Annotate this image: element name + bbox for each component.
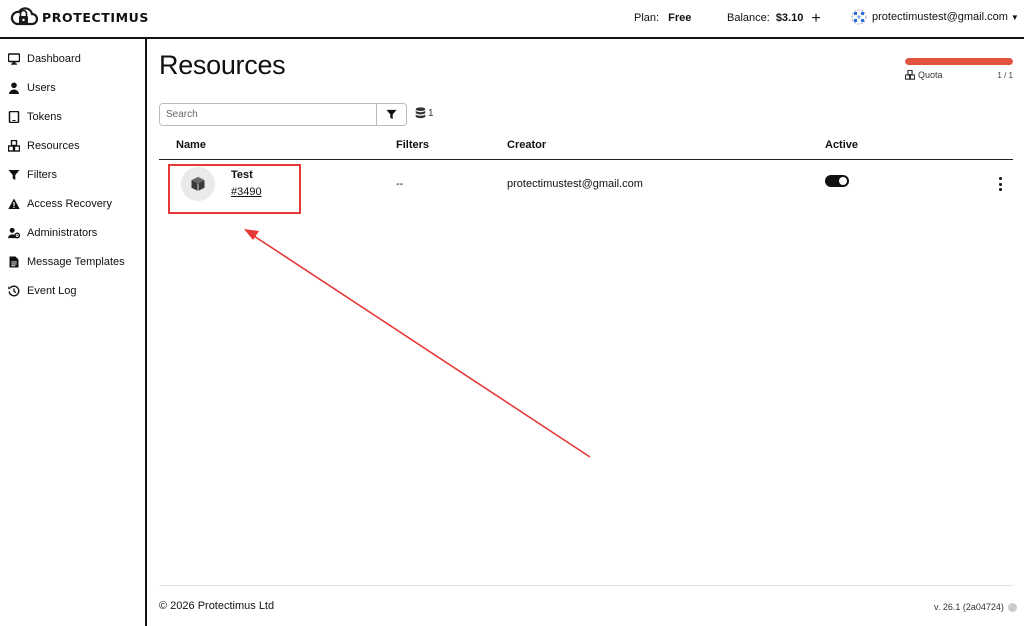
search-input[interactable] [160, 104, 376, 125]
monitor-icon [8, 53, 20, 65]
column-header-filters[interactable]: Filters [396, 139, 429, 151]
filter-button[interactable] [376, 104, 406, 125]
quota-label-group: Quota [905, 70, 943, 80]
column-header-name[interactable]: Name [176, 139, 206, 151]
database-icon [415, 107, 426, 119]
footer-divider [159, 585, 1013, 586]
sidebar-item-label: Event Log [27, 285, 77, 297]
resource-count-value: 1 [428, 107, 434, 119]
file-icon [8, 256, 20, 268]
plan-value: Free [668, 12, 692, 24]
toggle-knob [839, 177, 847, 185]
user-icon [8, 82, 20, 94]
table-header-divider [159, 159, 1013, 160]
sidebar-item-filters[interactable]: Filters [8, 165, 57, 185]
plan-label: Plan: [634, 12, 660, 24]
user-cog-icon [8, 227, 20, 239]
cloud-lock-icon [10, 7, 39, 26]
quota-progress-fill [905, 58, 1013, 65]
balance-indicator: Balance: $3.10 + [727, 10, 821, 26]
search-box [159, 103, 407, 126]
plan-indicator: Plan: Free [634, 12, 691, 24]
quota-count: 1 / 1 [997, 70, 1013, 80]
sidebar-item-label: Resources [27, 140, 80, 152]
column-header-active[interactable]: Active [825, 139, 858, 151]
sidebar-item-resources[interactable]: Resources [8, 136, 80, 156]
resource-creator: protectimustest@gmail.com [507, 178, 643, 190]
balance-label: Balance: [727, 12, 770, 24]
version-text: v. 26.1 (2a04724) [934, 602, 1004, 612]
sidebar-item-access-recovery[interactable]: Access Recovery [8, 194, 112, 214]
add-balance-icon[interactable]: + [811, 10, 820, 26]
sidebar-item-label: Access Recovery [27, 198, 112, 210]
sidebar-item-label: Dashboard [27, 53, 81, 65]
sidebar-item-event-log[interactable]: Event Log [8, 281, 77, 301]
page-title: Resources [159, 50, 286, 80]
sidebar-item-users[interactable]: Users [8, 78, 56, 98]
user-email: protectimustest@gmail.com [872, 11, 1008, 23]
balance-value: $3.10 [775, 12, 804, 24]
column-header-creator[interactable]: Creator [507, 139, 546, 151]
sidebar-item-administrators[interactable]: Administrators [8, 223, 97, 243]
annotation-highlight-box [168, 164, 301, 214]
sidebar-item-label: Users [27, 82, 56, 94]
user-avatar-icon [851, 9, 867, 25]
cubes-icon [8, 140, 20, 152]
sidebar-item-label: Filters [27, 169, 57, 181]
info-icon[interactable] [1007, 602, 1017, 612]
user-menu[interactable]: protectimustest@gmail.com ▼ [851, 9, 1019, 25]
filter-icon [8, 169, 20, 181]
warning-icon [8, 198, 20, 210]
active-toggle[interactable] [825, 175, 849, 187]
history-icon [8, 285, 20, 297]
tablet-icon [8, 111, 20, 123]
more-options-icon[interactable] [995, 177, 1005, 191]
brand-name: PROTECTIMUS [42, 9, 150, 25]
sidebar: Dashboard Users Tokens Resources Filters… [0, 39, 147, 626]
footer-copyright: © 2026 Protectimus Ltd [159, 600, 275, 612]
brand-logo[interactable]: PROTECTIMUS [9, 6, 149, 28]
annotation-arrow [244, 229, 591, 458]
footer-version: v. 26.1 (2a04724) [934, 602, 1017, 612]
resource-count: 1 [415, 107, 434, 119]
sidebar-item-label: Tokens [27, 111, 62, 123]
resource-filters: -- [396, 178, 404, 190]
caret-down-icon: ▼ [1010, 12, 1019, 22]
sidebar-item-label: Administrators [27, 227, 98, 239]
sidebar-item-message-templates[interactable]: Message Templates [8, 252, 125, 272]
sidebar-item-dashboard[interactable]: Dashboard [8, 49, 81, 69]
filter-icon [386, 109, 397, 120]
quota-widget: Quota 1 / 1 [905, 58, 1013, 80]
sidebar-item-label: Message Templates [27, 256, 125, 268]
top-bar: PROTECTIMUS Plan: Free Balance: $3.10 + … [0, 0, 1024, 39]
cubes-icon [905, 70, 915, 80]
sidebar-item-tokens[interactable]: Tokens [8, 107, 62, 127]
quota-label: Quota [918, 70, 943, 80]
quota-progress-bar [905, 58, 1013, 65]
